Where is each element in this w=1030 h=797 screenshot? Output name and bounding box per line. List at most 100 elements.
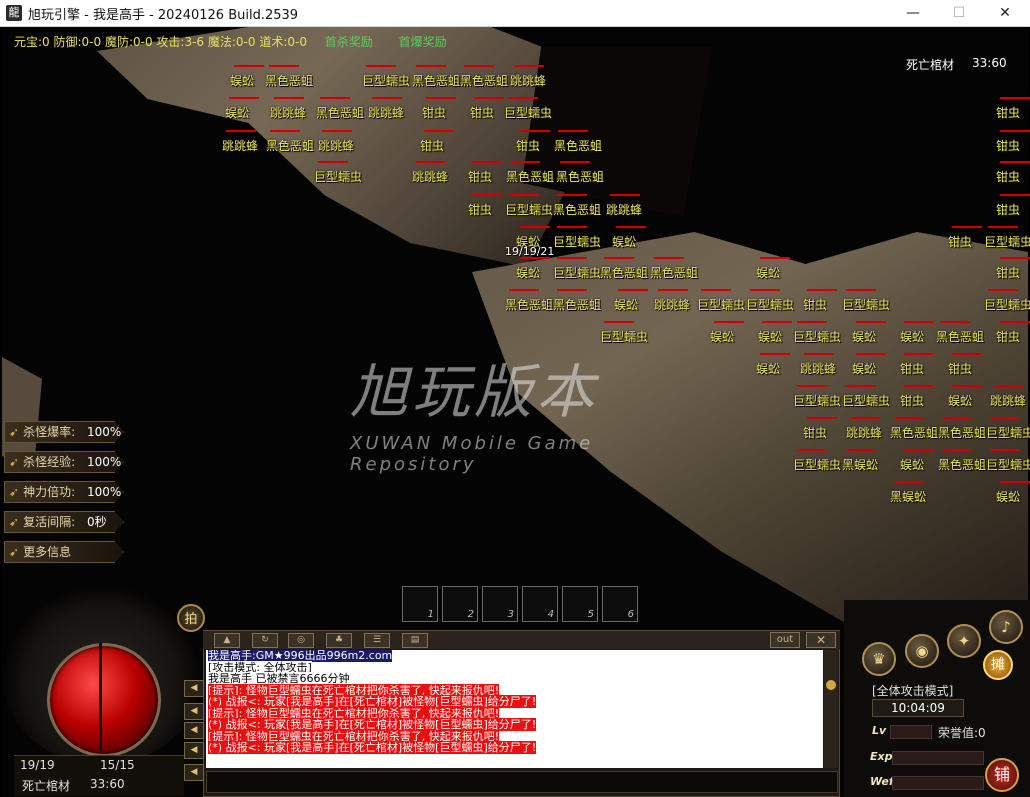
monster-name[interactable]: 蜈蚣 [756, 264, 780, 281]
monster-name[interactable]: 钳虫 [803, 424, 827, 441]
monster-name[interactable]: 蜈蚣 [758, 328, 782, 345]
monster-name[interactable]: 蜈蚣 [225, 104, 249, 121]
chat-scroll-knob[interactable] [826, 680, 836, 690]
hotkey-slot-1[interactable]: 1 [402, 586, 438, 622]
character-button[interactable]: ♛ [862, 642, 896, 676]
monster-name[interactable]: 黑蜈蚣 [842, 456, 878, 473]
monster-name[interactable]: 蜈蚣 [756, 360, 780, 377]
minimize-button[interactable]: — [890, 0, 936, 26]
auction-button[interactable]: 拍 [177, 604, 205, 632]
first-drop-reward[interactable]: 首爆奖励 [399, 35, 447, 49]
monster-name[interactable]: 钳虫 [996, 264, 1020, 281]
monster-name[interactable]: 黑色恶蛆 [506, 168, 554, 185]
monster-name[interactable]: 蜈蚣 [996, 488, 1020, 505]
chat-side-btn-3[interactable]: ◀ [184, 722, 204, 739]
monster-name[interactable]: 黑色恶蛆 [556, 168, 604, 185]
chat-input[interactable] [206, 771, 838, 793]
monster-name[interactable]: 跳跳蜂 [654, 296, 690, 313]
monster-name[interactable]: 跳跳蜂 [800, 360, 836, 377]
chat-side-btn-4[interactable]: ◀ [184, 742, 204, 759]
sound-button[interactable]: ♪ [989, 610, 1023, 644]
first-kill-reward[interactable]: 首杀奖励 [325, 35, 373, 49]
chat-side-btn-1[interactable]: ◀ [184, 680, 204, 697]
monster-name[interactable]: 黑色恶蛆 [460, 72, 508, 89]
monster-name[interactable]: 巨型蠕虫 [505, 201, 553, 218]
monster-name[interactable]: 钳虫 [996, 168, 1020, 185]
hotkey-slot-5[interactable]: 5 [562, 586, 598, 622]
shop-button[interactable]: 铺 [985, 758, 1019, 792]
menu-revive-interval[interactable]: ➹ 复活间隔: 0秒 [4, 511, 124, 533]
monster-name[interactable]: 钳虫 [948, 233, 972, 250]
monster-name[interactable]: 黑色恶蛆 [265, 72, 313, 89]
monster-name[interactable]: 巨型蠕虫 [984, 233, 1030, 250]
monster-name[interactable]: 钳虫 [470, 104, 494, 121]
monster-name[interactable]: 黑色恶蛆 [650, 264, 698, 281]
monster-name[interactable]: 跳跳蜂 [510, 72, 546, 89]
skill-button[interactable]: ✦ [947, 624, 981, 658]
monster-name[interactable]: 蜈蚣 [900, 456, 924, 473]
monster-name[interactable]: 跳跳蜂 [412, 168, 448, 185]
menu-kill-drop-rate[interactable]: ➹ 杀怪爆率: 100% [4, 421, 124, 443]
monster-name[interactable]: 跳跳蜂 [222, 137, 258, 154]
monster-name[interactable]: 跳跳蜂 [368, 104, 404, 121]
monster-name[interactable]: 钳虫 [468, 201, 492, 218]
hotkey-slot-4[interactable]: 4 [522, 586, 558, 622]
attack-mode[interactable]: [全体攻击模式] [872, 682, 953, 699]
bag-button[interactable]: ◉ [905, 634, 939, 668]
monster-name[interactable]: 巨型蠕虫 [697, 296, 745, 313]
monster-name[interactable]: 蜈蚣 [852, 360, 876, 377]
menu-kill-exp[interactable]: ➹ 杀怪经验: 100% [4, 451, 124, 473]
monster-name[interactable]: 跳跳蜂 [846, 424, 882, 441]
menu-more-info[interactable]: ➹ 更多信息 [4, 541, 124, 563]
monster-name[interactable]: 跳跳蜂 [606, 201, 642, 218]
monster-name[interactable]: 巨型蠕虫 [842, 296, 890, 313]
monster-name[interactable]: 黑色恶蛆 [936, 328, 984, 345]
chat-settings-icon[interactable]: ☰ [364, 633, 390, 648]
hotkey-slot-3[interactable]: 3 [482, 586, 518, 622]
monster-name[interactable]: 钳虫 [900, 360, 924, 377]
monster-name[interactable]: 巨型蠕虫 [842, 392, 890, 409]
monster-name[interactable]: 钳虫 [516, 137, 540, 154]
monster-name[interactable]: 巨型蠕虫 [314, 168, 362, 185]
monster-name[interactable]: 巨型蠕虫 [600, 328, 648, 345]
monster-name[interactable]: 钳虫 [996, 104, 1020, 121]
monster-name[interactable]: 跳跳蜂 [270, 104, 306, 121]
chat-close-button[interactable]: ✕ [806, 632, 836, 648]
hotkey-slot-6[interactable]: 6 [602, 586, 638, 622]
monster-name[interactable]: 巨型蠕虫 [986, 424, 1030, 441]
monster-name[interactable]: 钳虫 [420, 137, 444, 154]
stall-button[interactable]: 摊 [983, 650, 1013, 680]
chat-out-button[interactable]: out [770, 632, 800, 648]
window-titlebar[interactable]: 龍 旭玩引擎 - 我是高手 - 20240126 Build.2539 — ☐ … [0, 0, 1030, 27]
monster-name[interactable]: 巨型蠕虫 [553, 233, 601, 250]
chat-side-btn-2[interactable]: ◀ [184, 703, 204, 720]
monster-name[interactable]: 巨型蠕虫 [793, 392, 841, 409]
monster-name[interactable]: 钳虫 [803, 296, 827, 313]
monster-name[interactable]: 黑色恶蛆 [600, 264, 648, 281]
monster-name[interactable]: 巨型蠕虫 [746, 296, 794, 313]
hotkey-slot-2[interactable]: 2 [442, 586, 478, 622]
chat-emote-icon[interactable]: ◎ [288, 633, 314, 648]
monster-name[interactable]: 巨型蠕虫 [984, 296, 1030, 313]
monster-name[interactable]: 蜈蚣 [614, 296, 638, 313]
chat-scrollbar[interactable] [824, 650, 838, 768]
monster-name[interactable]: 蜈蚣 [710, 328, 734, 345]
monster-name[interactable]: 跳跳蜂 [318, 137, 354, 154]
monster-name[interactable]: 钳虫 [948, 360, 972, 377]
monster-name[interactable]: 黑色恶蛆 [553, 296, 601, 313]
monster-name[interactable]: 黑色恶蛆 [554, 137, 602, 154]
close-button[interactable]: ✕ [982, 0, 1028, 26]
monster-name[interactable]: 钳虫 [996, 137, 1020, 154]
monster-name[interactable]: 巨型蠕虫 [504, 104, 552, 121]
monster-name[interactable]: 跳跳蜂 [990, 392, 1026, 409]
monster-name[interactable]: 蜈蚣 [852, 328, 876, 345]
chat-group-icon[interactable]: ♣ [326, 633, 352, 648]
menu-divine-power[interactable]: ➹ 神力倍功: 100% [4, 481, 124, 503]
monster-name[interactable]: 黑色恶蛆 [266, 137, 314, 154]
monster-name[interactable]: 蜈蚣 [516, 264, 540, 281]
maximize-button[interactable]: ☐ [936, 0, 982, 26]
monster-name[interactable]: 黑色恶蛆 [412, 72, 460, 89]
monster-name[interactable]: 黑色恶蛆 [938, 456, 986, 473]
monster-name[interactable]: 钳虫 [900, 392, 924, 409]
monster-name[interactable]: 黑蜈蚣 [890, 488, 926, 505]
